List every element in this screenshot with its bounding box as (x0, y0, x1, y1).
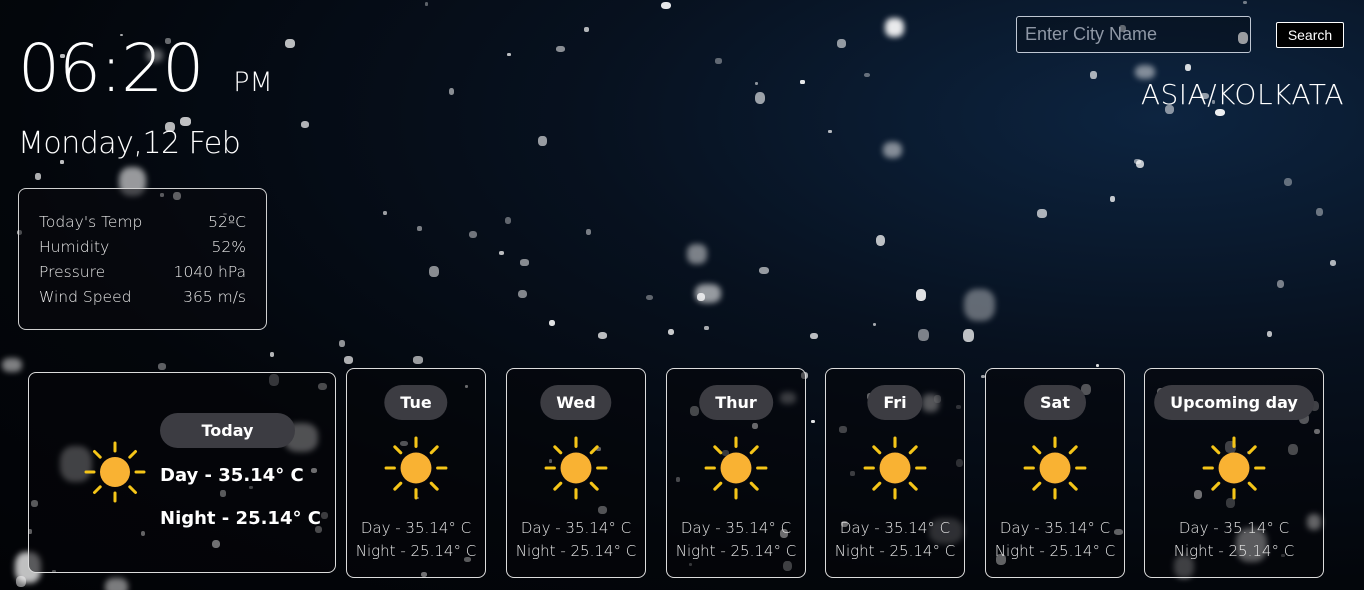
stat-label: Pressure (39, 263, 106, 281)
forecast-card-wed: Wed Day - 35.14° C Night - 25.14° C (506, 368, 646, 578)
forecast-night-temp: Night - 25.14° C (1173, 542, 1295, 560)
stat-value: 52ºC (208, 213, 246, 231)
forecast-day-temp: Day - 35.14° C (520, 519, 632, 537)
sun-icon (383, 435, 449, 505)
stat-label: Wind Speed (39, 288, 132, 306)
stat-row-pressure: Pressure 1040 hPa (39, 260, 246, 285)
stat-value: 52% (211, 238, 246, 256)
today-night-temp: Night - 25.14° C (160, 508, 321, 529)
stat-row-humidity: Humidity 52% (39, 235, 246, 260)
forecast-night-temp: Night - 25.14° C (355, 542, 477, 560)
forecast-day-label: Sat (1024, 385, 1086, 420)
forecast-day-label: Tue (384, 385, 448, 420)
clock-time: 06:20 (18, 30, 204, 107)
stat-label: Today's Temp (39, 213, 143, 231)
clock: 06:20 PM (18, 30, 273, 107)
stat-value: 1040 hPa (173, 263, 246, 281)
forecast-card-tue: Tue Day - 35.14° C Night - 25.14° C (346, 368, 486, 578)
city-search-input[interactable] (1016, 16, 1251, 53)
sun-icon (1022, 435, 1088, 505)
forecast-day-label: Thur (699, 385, 773, 420)
stat-label: Humidity (39, 238, 110, 256)
forecast-day-temp: Day - 35.14° C (360, 519, 472, 537)
forecast-night-temp: Night - 25.14° C (994, 542, 1116, 560)
today-label: Today (160, 413, 295, 448)
forecast-card-fri: Fri Day - 35.14° C Night - 25.14° C (825, 368, 965, 578)
forecast-day-temp: Day - 35.14° C (680, 519, 792, 537)
stat-row-temp: Today's Temp 52ºC (39, 210, 246, 235)
sun-icon (1201, 435, 1267, 505)
forecast-day-temp: Day - 35.14° C (839, 519, 951, 537)
forecast-day-temp: Day - 35.14° C (1178, 519, 1290, 537)
forecast-day-label: Fri (867, 385, 923, 420)
sun-icon (862, 435, 928, 505)
current-weather-panel: Today's Temp 52ºC Humidity 52% Pressure … (18, 188, 267, 330)
forecast-card-sat: Sat Day - 35.14° C Night - 25.14° C (985, 368, 1125, 578)
today-day-temp: Day - 35.14° C (160, 465, 304, 486)
search-button[interactable]: Search (1276, 22, 1344, 48)
sun-icon (703, 435, 769, 505)
clock-ampm: PM (233, 67, 273, 98)
timezone-label: ASIA/KOLKATA (1140, 78, 1344, 111)
forecast-card-upcoming: Upcoming day Day - 35.14° C Night - 25.1… (1144, 368, 1324, 578)
forecast-card-thur: Thur Day - 35.14° C Night - 25.14° C (666, 368, 806, 578)
forecast-night-temp: Night - 25.14° C (834, 542, 956, 560)
stat-value: 365 m/s (183, 288, 246, 306)
sun-icon (543, 435, 609, 505)
current-date: Monday,12 Feb (18, 126, 241, 161)
forecast-day-label: Wed (540, 385, 612, 420)
forecast-day-temp: Day - 35.14° C (999, 519, 1111, 537)
forecast-night-temp: Night - 25.14° C (515, 542, 637, 560)
stat-row-wind: Wind Speed 365 m/s (39, 285, 246, 310)
sun-icon (83, 440, 147, 508)
forecast-night-temp: Night - 25.14° C (675, 542, 797, 560)
forecast-day-label: Upcoming day (1154, 385, 1314, 420)
